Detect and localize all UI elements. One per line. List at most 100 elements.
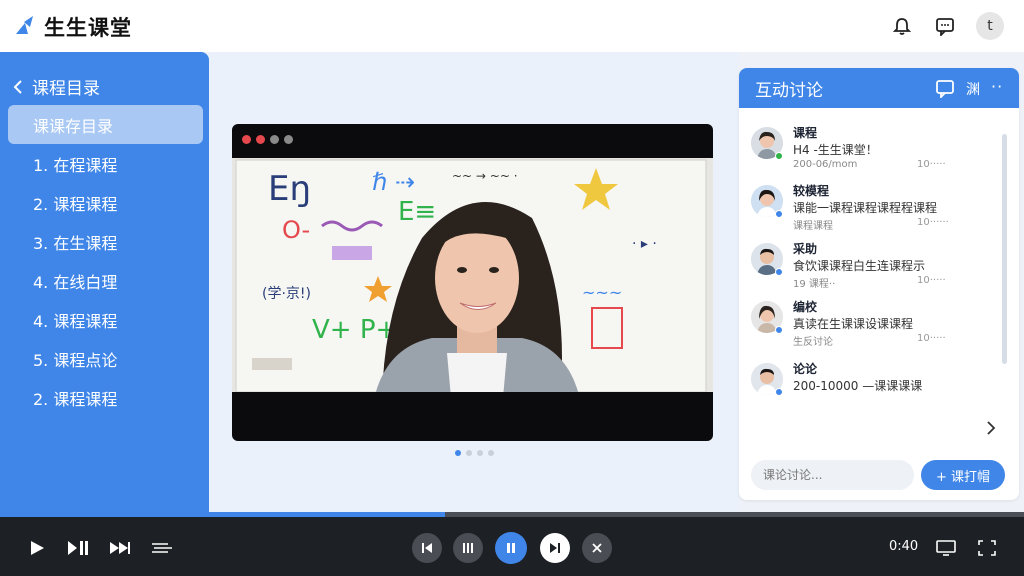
fullscreen-button[interactable] [973,535,1001,561]
discussion-message[interactable]: 编校 真读在生课课设课课程 生反讨论 10····· [751,298,991,354]
sidebar-list: 课课存目录 1. 在程课程 2. 课程课程 3. 在生课程 4. 在线白理 4.… [8,105,203,417]
app-title: 生生课堂 [44,16,132,40]
top-bar: 生生课堂 t [0,0,1024,52]
online-status-icon [775,152,783,160]
message-text: 食饮课课程白生连课程示 [793,259,926,273]
discussion-header-label[interactable]: 渊 [966,79,980,99]
sidebar-header[interactable]: 课程目录 [12,74,100,99]
option-dot-icon [284,135,293,144]
bell-icon [892,18,912,35]
sidebar-item-0[interactable]: 课课存目录 [8,105,203,144]
message-time: 10····· [917,159,946,170]
online-status-icon [775,210,783,218]
sidebar-item-label: 4. 课程课程 [33,311,118,331]
playback-speed-button[interactable] [148,535,176,561]
app-logo-icon [16,16,33,34]
message-text: H4 -生生课堂！ [793,143,878,157]
minimize-dot-icon [256,135,265,144]
message-author: 论论 [793,362,818,376]
progress-bar[interactable] [0,512,1024,517]
discussion-message[interactable]: 课程 H4 -生生课堂！ 200-06/mom 10····· [751,124,991,180]
sidebar-title: 课程目录 [32,79,100,99]
send-button[interactable]: + 课打帽 [921,460,1005,490]
svg-text:(学·京!): (学·京!) [262,286,311,302]
time-readout: 0:40 [889,539,919,554]
pause-icon [507,543,515,553]
fullscreen-icon [978,540,996,556]
sidebar-item-4[interactable]: 4. 在线白理 [8,261,203,300]
discussion-message[interactable]: 采助 食饮课课程白生连课程示 19 课程·· 10····· [751,240,991,296]
pause-button[interactable] [495,532,527,564]
sidebar-item-2[interactable]: 2. 课程课程 [8,183,203,222]
next-button[interactable] [540,533,570,563]
svg-text:ℏ ⇢: ℏ ⇢ [372,168,415,196]
close-dot-icon [242,135,251,144]
speed-icon [152,543,172,553]
comment-icon[interactable] [935,78,955,98]
sidebar-item-6[interactable]: 5. 课程点论 [8,339,203,378]
window-controls [242,135,293,144]
discussion-message[interactable]: 论论 200-10000 —课课课课 [751,360,991,416]
message-meta: 课程课程 [793,221,833,232]
carousel-dot[interactable] [477,450,483,456]
discussion-scrollbar[interactable] [1002,134,1007,364]
sidebar-item-label: 4. 在线白理 [33,272,118,292]
screen-cast-button[interactable] [932,535,960,561]
svg-text:~~ → ~~ ·: ~~ → ~~ · [452,169,518,183]
message-meta: 200-06/mom [793,159,858,170]
more-options-icon[interactable]: ·· [991,77,1003,96]
message-author: 采助 [793,242,818,256]
next-page-button[interactable] [975,412,1007,444]
chevron-left-icon [13,79,22,94]
online-status-icon [775,326,783,334]
carousel-dot[interactable] [455,450,461,456]
monitor-icon [936,540,956,556]
sidebar-item-3[interactable]: 3. 在生课程 [8,222,203,261]
carousel-dot[interactable] [488,450,494,456]
play-pause-button[interactable] [64,535,92,561]
message-author: 课程 [793,126,818,140]
sidebar-item-1[interactable]: 1. 在程课程 [8,144,203,183]
sidebar-item-label: 1. 在程课程 [33,155,118,175]
fast-forward-button[interactable] [106,535,134,561]
svg-text:O-: O- [282,216,310,244]
carousel-dots [455,450,494,456]
discussion-input[interactable]: 课论讨论... [751,460,914,490]
sidebar-item-label: 2. 课程课程 [33,389,118,409]
svg-text:V+ P+: V+ P+ [312,315,397,345]
discussion-title: 互动讨论 [755,80,823,101]
previous-button[interactable] [412,533,442,563]
svg-text:· ▸ ·: · ▸ · [632,236,657,252]
message-text: 200-10000 —课课课课 [793,379,923,393]
sidebar-item-label: 课课存目录 [33,116,114,136]
play-button[interactable] [24,535,50,561]
svg-text:Eŋ: Eŋ [268,169,311,209]
carousel-dot[interactable] [466,450,472,456]
message-time: 10······ [917,217,949,228]
message-text: 真读在生课课设课课程 [793,317,914,331]
chat-icon [936,18,954,36]
sidebar-item-7[interactable]: 2. 课程课程 [8,378,203,417]
lecturer-video-frame: Eŋ ℏ ⇢ ~~ → ~~ · O- E≡ (学·京!) V+ P+ ~~~ … [232,158,713,409]
play-icon [31,541,44,555]
pause-alt-button[interactable] [453,533,483,563]
online-status-icon [775,268,783,276]
video-player[interactable]: Eŋ ℏ ⇢ ~~ → ~~ · O- E≡ (学·京!) V+ P+ ~~~ … [232,124,713,441]
message-author: 编校 [793,300,818,314]
discussion-header: 互动讨论 渊 ·· [739,68,1019,108]
skip-back-icon [422,543,432,553]
user-avatar[interactable]: t [976,12,1004,40]
fast-forward-icon [110,542,130,554]
sidebar-item-5[interactable]: 4. 课程课程 [8,300,203,339]
course-sidebar: 课程目录 课课存目录 1. 在程课程 2. 课程课程 3. 在生课程 4. 在线… [0,52,209,512]
message-time: 10····· [917,333,946,344]
sidebar-item-label: 5. 课程点论 [33,350,118,370]
message-text: 课能一课程课程课程程课程 [793,201,938,215]
discussion-message[interactable]: 较模程 课能一课程课程课程程课程 课程课程 10······ [751,182,991,238]
messages-button[interactable] [932,13,958,39]
close-icon [592,543,602,553]
close-button[interactable] [582,533,612,563]
avatar-letter: t [987,18,993,34]
svg-text:~~~: ~~~ [582,283,622,302]
notification-button[interactable] [889,13,915,39]
